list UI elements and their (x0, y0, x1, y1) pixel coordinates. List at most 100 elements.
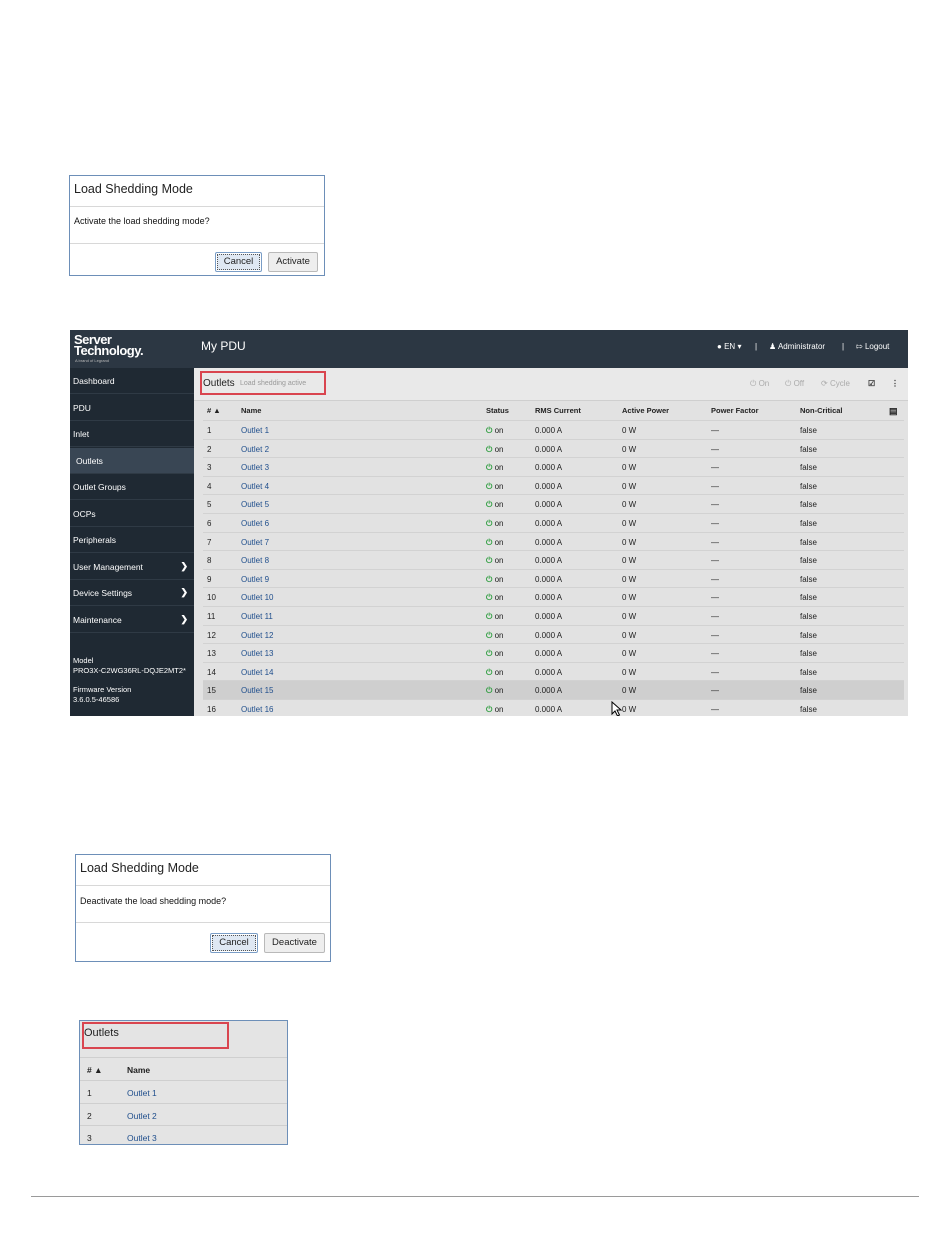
outlet-name-link[interactable]: Outlet 9 (241, 575, 269, 584)
outlet-name-link[interactable]: Outlet 1 (241, 426, 269, 435)
sidebar-item-outlet-groups[interactable]: Outlet Groups (70, 474, 194, 500)
rms-current: 0.000 A (535, 705, 563, 714)
outlet-name-link[interactable]: Outlet 10 (241, 593, 273, 602)
outlet-number: 1 (207, 426, 212, 435)
outlet-name-link[interactable]: Outlet 4 (241, 482, 269, 491)
table-row[interactable]: 15 Outlet 15 ⏻ on 0.000 A 0 W — false (203, 681, 904, 700)
table-row[interactable]: 1 Outlet 1 ⏻ on 0.000 A 0 W — false (203, 421, 904, 440)
table-row[interactable]: 2 Outlet 2 ⏻ on 0.000 A 0 W — false (203, 440, 904, 459)
activate-button[interactable]: Activate (268, 252, 318, 272)
table-row[interactable]: 13 Outlet 13 ⏻ on 0.000 A 0 W — false (203, 644, 904, 663)
active-power: 0 W (622, 444, 637, 454)
outlet-name-link[interactable]: Outlet 5 (241, 500, 269, 509)
page-divider (31, 1196, 919, 1197)
outlet-name-link[interactable]: Outlet 3 (241, 463, 269, 472)
sidebar-item-ocps[interactable]: OCPs (70, 501, 194, 527)
sidebar-item-maintenance[interactable]: Maintenance ❯ (70, 607, 194, 633)
outlet-name-link[interactable]: Outlet 15 (241, 686, 273, 695)
table-row[interactable]: 2 Outlet 2 (80, 1103, 287, 1126)
outlet-name-link[interactable]: Outlet 14 (241, 668, 273, 677)
cancel-button[interactable]: Cancel (210, 933, 258, 953)
sidebar-item-inlet[interactable]: Inlet (70, 421, 194, 447)
active-power: 0 W (622, 519, 637, 528)
logout-link[interactable]: ⇰ Logout (856, 342, 889, 351)
status-text: on (494, 500, 504, 510)
outlet-name-link[interactable]: Outlet 11 (241, 612, 273, 621)
table-row[interactable]: 16 Outlet 16 ⏻ on 0.000 A 0 W — false (203, 700, 904, 716)
cancel-button[interactable]: Cancel (215, 252, 262, 272)
outlet-name-link[interactable]: Outlet 1 (127, 1088, 157, 1098)
dialog-message: Activate the load shedding mode? (74, 216, 210, 226)
outlet-status: ⏻ on (486, 631, 503, 641)
more-options-icon[interactable]: ⋮ (891, 379, 899, 388)
col-status[interactable]: Status (486, 406, 509, 415)
col-name[interactable]: Name (241, 406, 261, 415)
table-row[interactable]: 8 Outlet 8 ⏻ on 0.000 A 0 W — false (203, 551, 904, 570)
table-row[interactable]: 9 Outlet 9 ⏻ on 0.000 A 0 W — false (203, 570, 904, 589)
outlet-number: 14 (207, 667, 216, 677)
col-rms-current[interactable]: RMS Current (535, 406, 581, 415)
power-factor: — (711, 686, 719, 696)
chevron-right-icon: ❯ (180, 614, 188, 624)
rms-current: 0.000 A (535, 463, 563, 473)
language-selector[interactable]: ● EN ▾ (717, 342, 741, 351)
sidebar-item-outlets[interactable]: Outlets (70, 448, 194, 474)
non-critical: false (800, 649, 817, 659)
sidebar-item-device-settings[interactable]: Device Settings ❯ (70, 580, 194, 606)
non-critical: false (800, 537, 817, 547)
col-name[interactable]: Name (127, 1065, 150, 1075)
active-power: 0 W (622, 481, 637, 491)
on-button[interactable]: ⏻ On (750, 379, 769, 389)
outlet-name-link[interactable]: Outlet 2 (127, 1111, 157, 1121)
sidebar-item-pdu[interactable]: PDU (70, 395, 194, 421)
non-critical: false (800, 556, 817, 566)
sidebar-item-dashboard[interactable]: Dashboard (70, 368, 194, 394)
table-row[interactable]: 10 Outlet 10 ⏻ on 0.000 A 0 W — false (203, 588, 904, 607)
outlet-name-link[interactable]: Outlet 8 (241, 556, 269, 565)
col-number[interactable]: # ▲ (207, 406, 221, 415)
outlets-snippet: Outlets # ▲ Name 1 Outlet 1 2 Outlet 2 3… (79, 1020, 288, 1145)
table-row[interactable]: 7 Outlet 7 ⏻ on 0.000 A 0 W — false (203, 533, 904, 552)
outlet-name-link[interactable]: Outlet 16 (241, 705, 273, 714)
power-factor: — (711, 574, 719, 584)
sidebar: Dashboard PDU Inlet Outlets Outlet Group… (70, 368, 194, 716)
outlet-name-link[interactable]: Outlet 7 (241, 538, 269, 547)
outlet-number: 3 (207, 463, 212, 473)
power-factor: — (711, 426, 719, 435)
active-power: 0 W (622, 705, 637, 714)
outlet-name-link[interactable]: Outlet 3 (127, 1133, 157, 1143)
top-bar: Server Technology. A brand of Legrand My… (70, 330, 908, 368)
col-non-critical[interactable]: Non-Critical (800, 406, 843, 415)
sidebar-item-user-management[interactable]: User Management ❯ (70, 554, 194, 580)
table-row[interactable]: 3 Outlet 3 (80, 1125, 287, 1144)
table-row[interactable]: 3 Outlet 3 ⏻ on 0.000 A 0 W — false (203, 458, 904, 477)
col-power-factor[interactable]: Power Factor (711, 406, 759, 415)
table-row[interactable]: 5 Outlet 5 ⏻ on 0.000 A 0 W — false (203, 495, 904, 514)
table-row[interactable]: 4 Outlet 4 ⏻ on 0.000 A 0 W — false (203, 477, 904, 496)
active-power: 0 W (622, 667, 637, 677)
sidebar-item-peripherals[interactable]: Peripherals (70, 527, 194, 553)
deactivate-button[interactable]: Deactivate (264, 933, 325, 953)
col-number[interactable]: # ▲ (87, 1065, 103, 1075)
outlet-name-link[interactable]: Outlet 12 (241, 631, 273, 640)
caret-down-icon: ▾ (737, 342, 742, 351)
table-row[interactable]: 11 Outlet 11 ⏻ on 0.000 A 0 W — false (203, 607, 904, 626)
rms-current: 0.000 A (535, 667, 563, 677)
separator: | (842, 342, 845, 351)
outlet-name-link[interactable]: Outlet 6 (241, 519, 269, 528)
outlet-name-link[interactable]: Outlet 2 (241, 445, 269, 454)
col-active-power[interactable]: Active Power (622, 406, 669, 415)
table-row[interactable]: 1 Outlet 1 (80, 1080, 287, 1103)
columns-icon[interactable]: ▤ (889, 406, 898, 417)
non-critical: false (800, 686, 817, 696)
cycle-button[interactable]: ⟳ Cycle (821, 379, 850, 388)
user-menu[interactable]: ♟ Administrator (769, 342, 825, 351)
table-row[interactable]: 6 Outlet 6 ⏻ on 0.000 A 0 W — false (203, 514, 904, 533)
table-row[interactable]: 14 Outlet 14 ⏻ on 0.000 A 0 W — false (203, 663, 904, 682)
off-button[interactable]: ⏻ Off (785, 379, 804, 389)
checklist-icon[interactable]: ☑ (868, 379, 875, 388)
outlet-status: ⏻ on (486, 482, 503, 492)
table-row[interactable]: 12 Outlet 12 ⏻ on 0.000 A 0 W — false (203, 626, 904, 645)
status-text: on (494, 705, 504, 714)
outlet-name-link[interactable]: Outlet 13 (241, 649, 273, 658)
